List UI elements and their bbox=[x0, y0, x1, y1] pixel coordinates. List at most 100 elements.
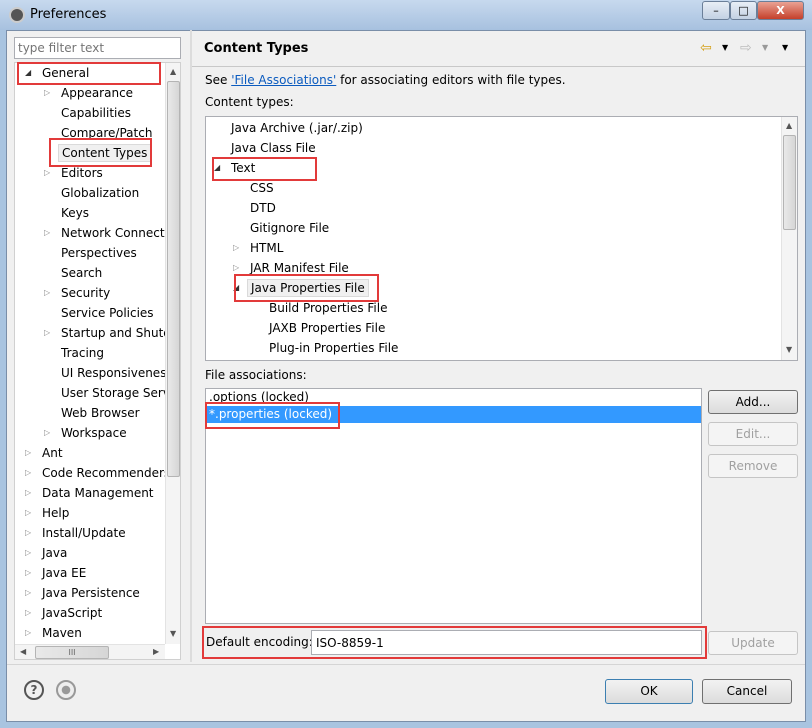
h-scrollbar-thumb[interactable]: III bbox=[35, 646, 109, 659]
file-association-item[interactable]: .options (locked) bbox=[206, 389, 701, 406]
tree-item[interactable]: JAXB Properties File bbox=[266, 318, 388, 338]
collapsed-triangle-icon[interactable]: ▷ bbox=[25, 623, 31, 643]
add-button[interactable]: Add... bbox=[708, 390, 798, 414]
maximize-button[interactable]: □ bbox=[730, 1, 757, 20]
tree-item[interactable]: Keys bbox=[58, 203, 92, 223]
collapsed-triangle-icon[interactable]: ▷ bbox=[44, 323, 50, 343]
back-arrow-icon[interactable]: ⇦ bbox=[700, 40, 712, 56]
collapsed-triangle-icon[interactable]: ▷ bbox=[44, 283, 50, 303]
minimize-button[interactable]: – bbox=[702, 1, 730, 20]
expanded-triangle-icon[interactable]: ◢ bbox=[25, 63, 31, 83]
file-association-item[interactable]: *.properties (locked) bbox=[206, 406, 701, 423]
tree-item[interactable]: ▷ Security bbox=[44, 283, 113, 303]
sash-divider[interactable] bbox=[190, 30, 192, 662]
tree-horizontal-scrollbar[interactable]: ◀ III ▶ bbox=[15, 644, 165, 659]
tree-item[interactable]: ▷ Workspace bbox=[44, 423, 130, 443]
collapsed-triangle-icon[interactable]: ▷ bbox=[25, 543, 31, 563]
update-button[interactable]: Update bbox=[708, 631, 798, 655]
tree-item[interactable]: ▷ Network Connections bbox=[44, 223, 180, 243]
remove-button[interactable]: Remove bbox=[708, 454, 798, 478]
tree-item[interactable]: ▷ JAR Manifest File bbox=[233, 258, 352, 278]
default-encoding-input[interactable]: ISO-8859-1 bbox=[311, 630, 702, 655]
ok-button[interactable]: OK bbox=[605, 679, 693, 704]
collapsed-triangle-icon[interactable]: ▷ bbox=[25, 603, 31, 623]
tree-item[interactable]: Globalization bbox=[58, 183, 142, 203]
tree-item[interactable]: Build Properties File bbox=[266, 298, 390, 318]
filter-input[interactable] bbox=[14, 37, 181, 59]
collapsed-triangle-icon[interactable]: ▷ bbox=[44, 223, 50, 243]
tree-item[interactable]: ▷ Java Persistence bbox=[25, 583, 143, 603]
cancel-button[interactable]: Cancel bbox=[702, 679, 792, 704]
tree-item[interactable]: CSS bbox=[247, 178, 277, 198]
collapsed-triangle-icon[interactable]: ▷ bbox=[233, 238, 239, 258]
tree-item[interactable]: ▷ Help bbox=[25, 503, 72, 523]
scrollbar-thumb[interactable] bbox=[167, 81, 180, 477]
expanded-triangle-icon[interactable]: ◢ bbox=[233, 278, 239, 298]
collapsed-triangle-icon[interactable]: ▷ bbox=[25, 523, 31, 543]
tree-item[interactable]: Search bbox=[58, 263, 105, 283]
collapsed-triangle-icon[interactable]: ▷ bbox=[44, 163, 50, 183]
scroll-down-arrow-icon[interactable]: ▼ bbox=[170, 629, 176, 638]
tree-item[interactable]: ▷ Code Recommenders bbox=[25, 463, 173, 483]
tree-item[interactable]: User Storage Service bbox=[58, 383, 180, 403]
forward-dropdown-icon[interactable]: ▼ bbox=[762, 43, 768, 52]
collapsed-triangle-icon[interactable]: ▷ bbox=[25, 463, 31, 483]
collapsed-triangle-icon[interactable]: ▷ bbox=[25, 563, 31, 583]
tree-item[interactable]: ◢ Java Properties File bbox=[233, 278, 369, 298]
tree-item[interactable]: ▷ Ant bbox=[25, 443, 66, 463]
forward-arrow-icon[interactable]: ⇨ bbox=[740, 40, 752, 56]
tree-item[interactable]: Java Class File bbox=[228, 138, 319, 158]
collapsed-triangle-icon[interactable]: ▷ bbox=[44, 83, 50, 103]
tree-item[interactable]: Tracing bbox=[58, 343, 107, 363]
tree-item[interactable]: ▷ Editors bbox=[44, 163, 106, 183]
expanded-triangle-icon[interactable]: ◢ bbox=[214, 158, 220, 178]
collapsed-triangle-icon[interactable]: ▷ bbox=[25, 503, 31, 523]
eclipse-gear-icon bbox=[9, 7, 25, 23]
collapsed-triangle-icon[interactable]: ▷ bbox=[44, 423, 50, 443]
scrollbar-thumb[interactable] bbox=[783, 135, 796, 230]
tree-item[interactable]: DTD bbox=[247, 198, 279, 218]
scroll-down-arrow-icon[interactable]: ▼ bbox=[786, 345, 792, 354]
tree-item[interactable]: Service Policies bbox=[58, 303, 157, 323]
tree-item[interactable]: UI Responsiveness bbox=[58, 363, 176, 383]
content-types-scrollbar[interactable]: ▲ ▼ bbox=[781, 117, 797, 360]
tree-item[interactable]: Content Types bbox=[58, 143, 152, 163]
back-dropdown-icon[interactable]: ▼ bbox=[722, 43, 728, 52]
tree-item[interactable]: Gitignore File bbox=[247, 218, 332, 238]
scroll-up-arrow-icon[interactable]: ▲ bbox=[170, 67, 176, 76]
tree-item[interactable]: Capabilities bbox=[58, 103, 134, 123]
tree-item[interactable]: ◢ General bbox=[25, 63, 92, 83]
tree-vertical-scrollbar[interactable]: ▲ ▼ bbox=[165, 63, 180, 644]
edit-button[interactable]: Edit... bbox=[708, 422, 798, 446]
scroll-left-arrow-icon[interactable]: ◀ bbox=[20, 647, 26, 656]
collapsed-triangle-icon[interactable]: ▷ bbox=[25, 583, 31, 603]
tree-item[interactable]: ▷ Appearance bbox=[44, 83, 136, 103]
scroll-right-arrow-icon[interactable]: ▶ bbox=[153, 647, 159, 656]
collapsed-triangle-icon[interactable]: ▷ bbox=[25, 443, 31, 463]
tree-item-label: JavaScript bbox=[42, 606, 103, 620]
tree-item[interactable]: ▷ Startup and Shutdown bbox=[44, 323, 180, 343]
view-menu-icon[interactable]: ▼ bbox=[782, 43, 788, 52]
tree-item-label: Help bbox=[42, 506, 70, 520]
scroll-up-arrow-icon[interactable]: ▲ bbox=[786, 121, 792, 130]
tree-item[interactable]: ▷ Install/Update bbox=[25, 523, 129, 543]
tree-item[interactable]: Plug-in Properties File bbox=[266, 338, 401, 358]
file-associations-link[interactable]: 'File Associations' bbox=[231, 73, 336, 87]
tree-item[interactable]: Java Archive (.jar/.zip) bbox=[228, 118, 366, 138]
close-button[interactable]: X bbox=[757, 1, 804, 20]
tree-item[interactable]: Perspectives bbox=[58, 243, 140, 263]
tree-item[interactable]: Compare/Patch bbox=[58, 123, 155, 143]
tree-item[interactable]: ◢ Text bbox=[214, 158, 258, 178]
tree-item[interactable]: ▷ Maven bbox=[25, 623, 85, 643]
tree-item[interactable]: ▷ Java bbox=[25, 543, 70, 563]
tree-item[interactable]: ▷ Data Management bbox=[25, 483, 157, 503]
collapsed-triangle-icon[interactable]: ▷ bbox=[233, 258, 239, 278]
tree-item-label: Build Properties File bbox=[269, 301, 388, 315]
collapsed-triangle-icon[interactable]: ▷ bbox=[25, 483, 31, 503]
tree-item[interactable]: ▷ JavaScript bbox=[25, 603, 105, 623]
help-icon[interactable]: ? bbox=[24, 680, 44, 700]
tree-item[interactable]: ▷ Java EE bbox=[25, 563, 89, 583]
tree-item[interactable]: Web Browser bbox=[58, 403, 143, 423]
import-export-icon[interactable] bbox=[56, 680, 76, 700]
tree-item[interactable]: ▷ HTML bbox=[233, 238, 286, 258]
